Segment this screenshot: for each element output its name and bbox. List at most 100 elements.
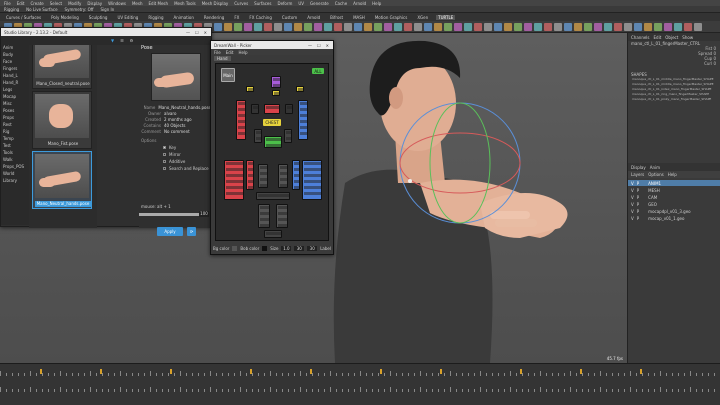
picker-control[interactable]: [264, 230, 282, 238]
shelf-tool-icon[interactable]: [554, 23, 562, 31]
folder-item[interactable]: Hand_L: [1, 73, 29, 80]
picker-sub-button[interactable]: [256, 131, 261, 134]
shelf-tool-icon[interactable]: [394, 23, 402, 31]
layer-menu-item[interactable]: Options: [648, 172, 663, 177]
picker-control[interactable]: [264, 136, 282, 148]
folder-item[interactable]: Library: [1, 178, 29, 185]
shelf-tool-icon[interactable]: [224, 23, 232, 31]
shelf-tool-icon[interactable]: [624, 23, 632, 31]
shelf-tab[interactable]: Animation: [172, 15, 196, 20]
time-slider[interactable]: [0, 368, 720, 376]
menu-item[interactable]: Modify: [68, 1, 81, 6]
timeline[interactable]: [0, 363, 720, 405]
picker-sub-button[interactable]: [260, 166, 267, 169]
picker-control[interactable]: [236, 100, 246, 140]
refresh-icon[interactable]: ⟳: [187, 227, 196, 236]
picker-sub-button[interactable]: [238, 108, 245, 111]
shelf-tool-icon[interactable]: [254, 23, 262, 31]
menu-item[interactable]: Select: [50, 1, 62, 6]
folder-item[interactable]: Poses: [1, 108, 29, 115]
shape-item[interactable]: manoqua_ctl_L_01_pinky_mano_fingerMaster…: [628, 97, 720, 102]
picker-control[interactable]: [284, 129, 292, 143]
keyframe[interactable]: [380, 369, 382, 374]
picker-sub-button[interactable]: [258, 194, 289, 197]
height-field[interactable]: 30: [307, 245, 318, 251]
picker-sub-button[interactable]: [273, 84, 280, 87]
layer-editor-tab[interactable]: Display: [631, 165, 646, 170]
picker-sub-button[interactable]: [278, 206, 287, 209]
apply-button[interactable]: Apply: [157, 227, 183, 236]
picker-sub-button[interactable]: [304, 192, 321, 195]
option-checkbox[interactable]: [163, 160, 166, 163]
option-row[interactable]: Additive: [163, 159, 185, 164]
playback-toggle[interactable]: P: [637, 181, 639, 186]
picker-sub-button[interactable]: [304, 168, 321, 171]
shelf-tool-icon[interactable]: [374, 23, 382, 31]
shelf-tool-icon[interactable]: [324, 23, 332, 31]
picker-sub-button[interactable]: [253, 106, 258, 109]
picker-sub-button[interactable]: [266, 144, 281, 147]
maximize-icon[interactable]: ☐: [195, 30, 199, 35]
picker-sub-button[interactable]: [266, 138, 281, 141]
picker-sub-button[interactable]: [294, 174, 299, 177]
shelf-tool-icon[interactable]: [304, 23, 312, 31]
keyframe[interactable]: [40, 369, 42, 374]
playback-toggle[interactable]: P: [637, 202, 639, 207]
layer-row[interactable]: V P GEO: [628, 201, 720, 207]
shelf-tab[interactable]: Sculpting: [87, 15, 110, 20]
folder-item[interactable]: World: [1, 171, 29, 178]
visibility-toggle[interactable]: V: [631, 209, 634, 214]
picker-sub-button[interactable]: [280, 172, 287, 175]
shelf-tool-icon[interactable]: [274, 23, 282, 31]
playback-toggle[interactable]: P: [637, 216, 639, 221]
picker-control[interactable]: [292, 160, 300, 190]
picker-sub-button[interactable]: [266, 232, 281, 235]
keyframe[interactable]: [250, 369, 252, 374]
picker-sub-button[interactable]: [260, 172, 267, 175]
menu-item[interactable]: Edit Mesh: [149, 1, 169, 6]
picker-sub-button[interactable]: [226, 174, 243, 177]
shelf-tool-icon[interactable]: [654, 23, 662, 31]
channel-tab[interactable]: Show: [682, 35, 693, 40]
visibility-toggle[interactable]: V: [631, 181, 634, 186]
menu-item[interactable]: Generate: [310, 1, 329, 6]
blend-value[interactable]: 100: [199, 211, 209, 217]
picker-menu-item[interactable]: File: [214, 50, 221, 55]
visibility-toggle[interactable]: V: [631, 195, 634, 200]
picker-sub-button[interactable]: [248, 174, 253, 177]
folder-item[interactable]: Mocap: [1, 94, 29, 101]
keyframe[interactable]: [580, 369, 582, 374]
shelf-tool-icon[interactable]: [574, 23, 582, 31]
channel-tab[interactable]: Channels: [631, 35, 650, 40]
picker-control[interactable]: [285, 104, 293, 114]
folder-item[interactable]: Face: [1, 59, 29, 66]
option-row[interactable]: Mirror: [163, 152, 181, 157]
picker-control[interactable]: [302, 160, 322, 200]
picker-control[interactable]: [246, 86, 254, 92]
shelf-tool-icon[interactable]: [684, 23, 692, 31]
shelf-tool-icon[interactable]: [334, 23, 342, 31]
picker-sub-button[interactable]: [294, 186, 299, 189]
filter-icon[interactable]: ▼: [111, 38, 114, 43]
picker-sub-button[interactable]: [300, 102, 307, 105]
picker-control[interactable]: [272, 90, 280, 96]
shelf-tab[interactable]: UV Editing: [115, 15, 140, 20]
picker-sub-button[interactable]: [238, 114, 245, 117]
menu-item[interactable]: Edit: [17, 1, 25, 6]
channel-tab[interactable]: Edit: [654, 35, 662, 40]
shelf-tool-icon[interactable]: [384, 23, 392, 31]
chest-button[interactable]: CHEST: [263, 119, 281, 126]
settings-icon[interactable]: ⚙: [130, 38, 134, 43]
shelf-tool-icon[interactable]: [474, 23, 482, 31]
layer-menu-item[interactable]: Help: [668, 172, 677, 177]
picker-control[interactable]: [264, 104, 280, 114]
view-icon[interactable]: ☰: [120, 38, 124, 43]
picker-sub-button[interactable]: [280, 178, 287, 181]
picker-sub-button[interactable]: [304, 186, 321, 189]
shelf-tab[interactable]: Arnold: [305, 15, 322, 20]
keyframe[interactable]: [170, 369, 172, 374]
playback-toggle[interactable]: P: [637, 188, 639, 193]
picker-sub-button[interactable]: [238, 120, 245, 123]
picker-sub-button[interactable]: [248, 186, 253, 189]
menu-item[interactable]: Display: [87, 1, 102, 6]
